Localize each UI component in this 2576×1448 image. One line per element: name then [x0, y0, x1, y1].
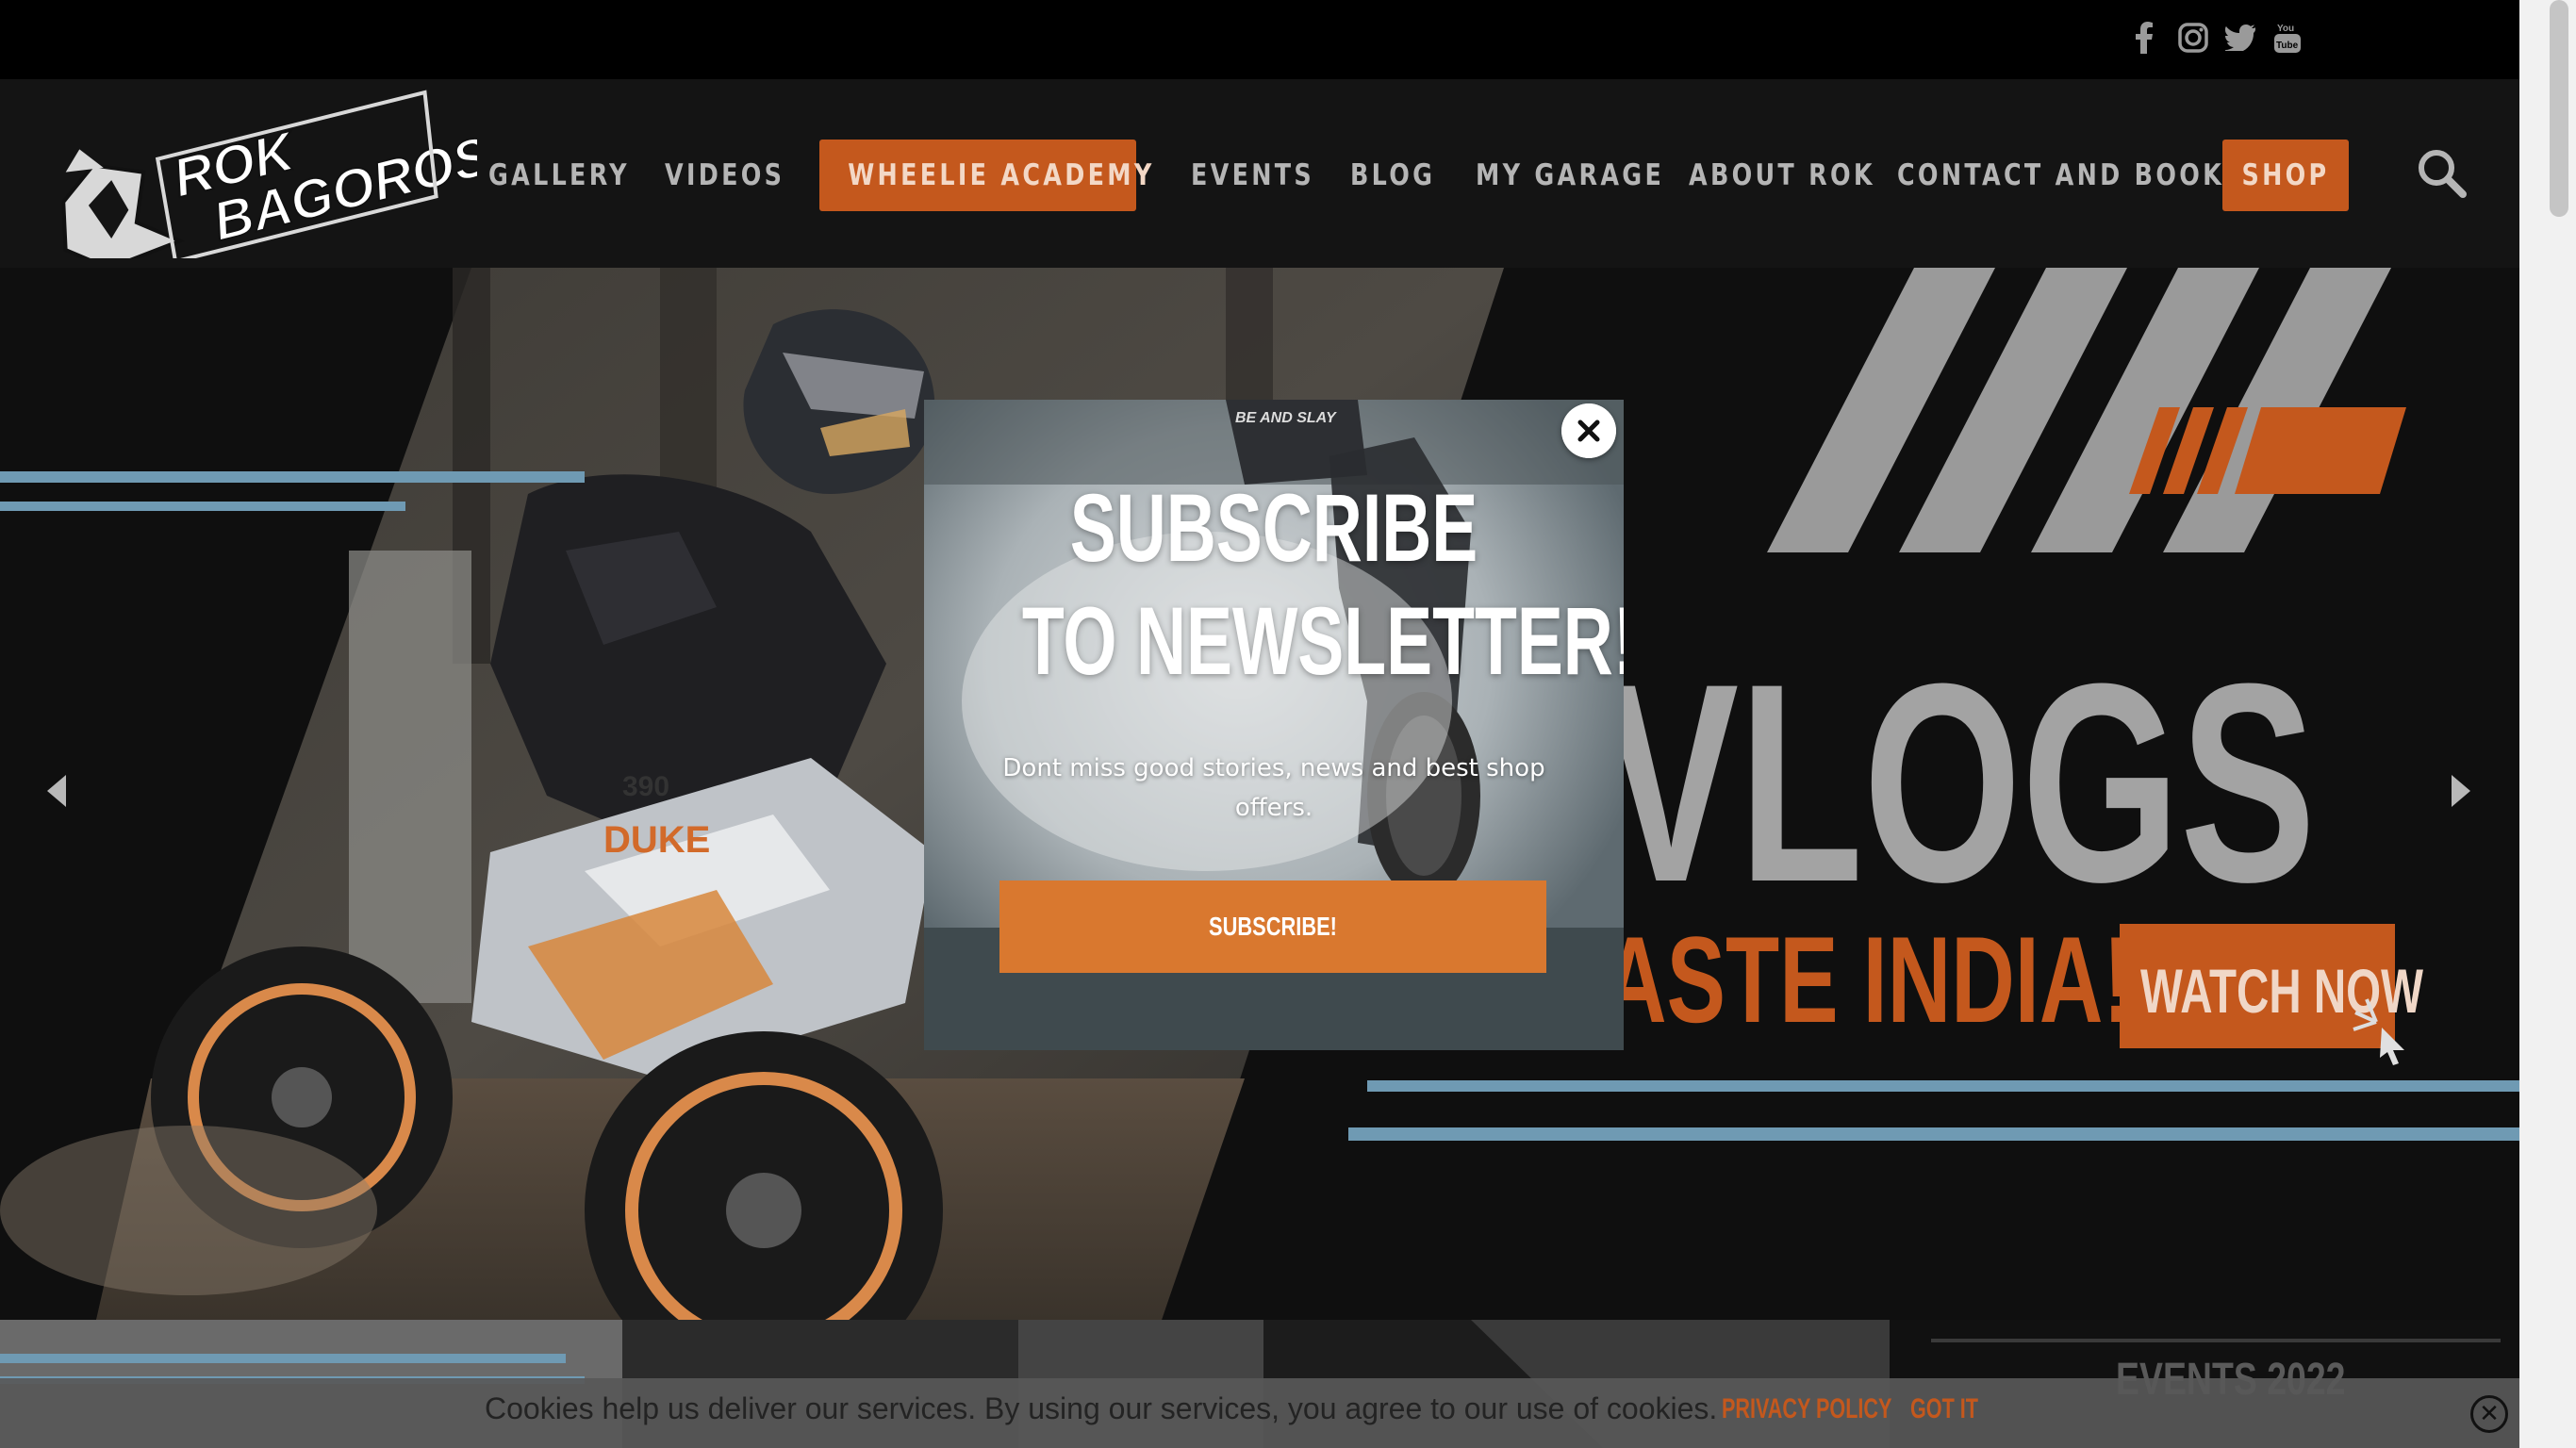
banner-vlogs-text: VLOGS [1603, 625, 2316, 941]
modal-title-line1: SUBSCRIBE [1069, 474, 1478, 582]
svg-text:Tube: Tube [2276, 41, 2299, 51]
privacy-policy-link[interactable]: Privacy policy [1722, 1393, 1891, 1425]
banner-watch-now-text: WATCH NOW [2140, 957, 2424, 1026]
nav-videos[interactable]: Videos [665, 140, 784, 211]
bike-tank-label: 390 [622, 771, 669, 802]
got-it-button[interactable]: Got it [1910, 1393, 1978, 1425]
banner-subline-text: ASTE INDIA! [1603, 912, 2133, 1049]
youtube-glyph: You Tube [2274, 24, 2301, 53]
modal-description: Dont miss good stories, news and best sh… [1002, 754, 1545, 822]
instagram-icon[interactable] [2172, 17, 2214, 58]
nav-wheelie-academy-label: Wheelie Academy [848, 158, 1155, 192]
instagram-glyph [2178, 23, 2208, 53]
facebook-icon[interactable] [2123, 17, 2165, 58]
nav-shop-label: Shop [2241, 158, 2330, 192]
youtube-icon[interactable]: You Tube [2267, 17, 2308, 58]
page-scrollbar-track[interactable] [2519, 0, 2576, 1448]
slider-prev-arrow-icon[interactable] [38, 767, 75, 814]
subscribe-button[interactable]: Subscribe! [999, 880, 1546, 973]
site-header: ROK BAGOROS Gallery Videos Wheelie Acade… [0, 79, 2519, 268]
subscribe-button-label: Subscribe! [1209, 912, 1337, 941]
cookie-notice-bar: Cookies help us deliver our services. By… [0, 1378, 2519, 1448]
nav-wheelie-academy-button[interactable]: Wheelie Academy [819, 140, 1155, 211]
facebook-glyph [2136, 22, 2153, 54]
twitter-glyph [2225, 25, 2255, 51]
newsletter-modal: BE AND SLAY SUBSCRIBE TO NEWSLETTER! Don… [924, 400, 1624, 1050]
modal-shirt-text: BE AND SLAY [1235, 410, 1337, 426]
bike-brand-label: DUKE [603, 819, 710, 861]
rok-bagoros-logo[interactable]: ROK BAGOROS [34, 89, 477, 258]
search-icon[interactable] [2414, 145, 2470, 202]
nav-blog[interactable]: Blog [1350, 140, 1435, 211]
nav-contact-and-book[interactable]: Contact and Book [1897, 140, 2224, 211]
nav-shop-button[interactable]: Shop [2222, 140, 2349, 211]
nav-events[interactable]: Events [1191, 140, 1314, 211]
twitter-icon[interactable] [2220, 17, 2261, 58]
slider-next-arrow-icon[interactable] [2442, 767, 2480, 814]
modal-close-icon[interactable] [1561, 403, 1616, 458]
cookie-notice-text: Cookies help us deliver our services. By… [485, 1391, 1718, 1425]
top-social-bar: You Tube [0, 0, 2519, 79]
nav-gallery[interactable]: Gallery [488, 140, 630, 211]
cookie-close-icon[interactable]: ✕ [2470, 1395, 2508, 1433]
modal-title-line2: TO NEWSLETTER! [1021, 587, 1624, 695]
svg-text:You: You [2277, 24, 2294, 34]
nav-about-rok[interactable]: About ROK [1689, 140, 1875, 211]
page-scrollbar-thumb[interactable] [2550, 0, 2568, 217]
nav-my-garage[interactable]: My Garage [1476, 140, 1664, 211]
